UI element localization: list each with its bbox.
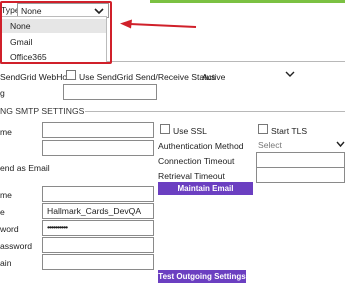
annotation-highlight-box	[0, 1, 112, 64]
sendgrid-webhook-label: SendGrid WebHook	[0, 72, 77, 82]
test-outgoing-settings-button[interactable]: Test Outgoing Settings	[158, 270, 246, 283]
sendgrid-row2-label: g	[0, 88, 5, 98]
sendgrid-status-value[interactable]: Active	[202, 72, 225, 82]
annotation-arrow-icon	[120, 19, 197, 29]
smtp-name-input[interactable]	[42, 122, 154, 138]
outgoing-domain-input[interactable]	[42, 254, 154, 270]
auth-method-label: Authentication Method	[158, 141, 244, 151]
retrieval-timeout-input[interactable]	[256, 167, 345, 183]
top-green-strip	[150, 0, 345, 3]
outgoing-user-input[interactable]: Hallmark_Cards_DevQA	[42, 203, 154, 219]
outgoing-password-input[interactable]: ••••••••••	[42, 220, 154, 236]
sendgrid-status-checkbox[interactable]	[66, 70, 76, 80]
maintain-signature-button[interactable]: Maintain Email Signature	[158, 182, 253, 206]
auth-chevron-down-icon	[336, 141, 345, 148]
auth-method-value: Select	[258, 140, 282, 150]
use-ssl-checkbox[interactable]	[160, 124, 170, 134]
outgoing-password-label: word	[0, 224, 19, 234]
outgoing-confirm-password-label: assword	[0, 241, 32, 251]
outgoing-user-value: Hallmark_Cards_DevQA	[47, 206, 142, 216]
connection-timeout-label: Connection Timeout	[158, 156, 235, 166]
use-ssl-label: Use SSL	[173, 126, 207, 136]
connection-timeout-input[interactable]	[256, 152, 345, 168]
outgoing-domain-label: ain	[0, 258, 12, 268]
start-tls-checkbox[interactable]	[258, 124, 268, 134]
outgoing-name-label: me	[0, 190, 12, 200]
sendgrid-row2-input[interactable]	[63, 84, 157, 100]
outgoing-user-label: e	[0, 207, 5, 217]
sendgrid-status-label: Use SendGrid Send/Receive Status	[79, 72, 216, 82]
auth-method-select[interactable]: Select	[256, 137, 345, 152]
smtp-second-input[interactable]	[42, 140, 154, 156]
outgoing-name-input[interactable]	[42, 186, 154, 202]
start-tls-label: Start TLS	[271, 126, 308, 136]
retrieval-timeout-label: Retrieval Timeout	[158, 171, 225, 181]
smtp-section-divider	[85, 111, 345, 112]
smtp-section-title: NG SMTP SETTINGS	[0, 106, 85, 116]
smtp-send-as-label: end as Email	[0, 163, 50, 173]
outgoing-password-value: ••••••••••	[47, 222, 68, 232]
outgoing-confirm-password-input[interactable]	[42, 237, 154, 253]
status-chevron-down-icon[interactable]	[285, 71, 295, 78]
smtp-name-label: me	[0, 127, 12, 137]
